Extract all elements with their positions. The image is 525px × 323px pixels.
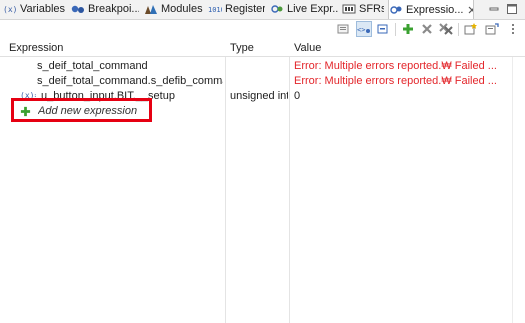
view-menu-icon[interactable]: [505, 21, 521, 37]
table-row[interactable]: s_deif_total_command.s_defib_command_ Er…: [0, 74, 525, 88]
close-icon[interactable]: [468, 6, 473, 14]
remove-all-icon[interactable]: [438, 21, 454, 37]
type-cell: [230, 74, 288, 88]
column-header-value[interactable]: Value: [294, 42, 321, 54]
tab-label: Variables: [20, 3, 65, 15]
remove-icon[interactable]: [419, 21, 435, 37]
value-cell: 0: [294, 90, 301, 102]
tab-registers[interactable]: 1010 Registers: [208, 0, 265, 18]
expression-cell: s_deif_total_command: [37, 60, 148, 72]
tab-label: Modules: [161, 3, 203, 15]
value-cell: Error: Multiple errors reported.₩ Failed…: [294, 60, 497, 72]
svg-text:1010: 1010: [208, 6, 222, 14]
show-type-names-icon[interactable]: [336, 21, 352, 37]
view-tab-bar: (x)= Variables Breakpoi... Modules 1010 …: [0, 0, 525, 20]
highlight-box: [11, 98, 152, 122]
expressions-icon: [389, 3, 403, 17]
column-header-type[interactable]: Type: [230, 42, 254, 54]
svg-text:<>: <>: [357, 26, 365, 34]
tab-variables[interactable]: (x)= Variables: [3, 0, 65, 18]
view-toolbar: <>: [0, 20, 525, 38]
expression-cell: s_deif_total_command.s_defib_command_: [37, 75, 223, 87]
tab-modules[interactable]: Modules: [144, 0, 204, 18]
tab-label: Live Expr...: [287, 3, 338, 15]
add-expression-icon[interactable]: [400, 21, 416, 37]
tab-label: Registers: [225, 3, 265, 15]
collapse-all-icon[interactable]: [375, 21, 391, 37]
pin-view-icon[interactable]: [484, 21, 500, 37]
expressions-table: Expression Type Value s_deif_total_comma…: [0, 40, 525, 323]
tab-label: Breakpoi...: [88, 3, 139, 15]
live-expressions-icon: [270, 2, 284, 16]
maximize-icon[interactable]: [506, 3, 518, 15]
tab-label: Expressio...: [406, 3, 464, 16]
registers-icon: 1010: [208, 2, 222, 16]
column-header-expression[interactable]: Expression: [9, 42, 63, 54]
sfrs-icon: [342, 2, 356, 16]
variables-icon: (x)=: [3, 2, 17, 16]
tab-breakpoints[interactable]: Breakpoi...: [71, 0, 139, 18]
minimize-icon[interactable]: [488, 3, 500, 15]
type-cell: unsigned int: [230, 90, 288, 102]
modules-icon: [144, 2, 158, 16]
tab-live-expressions[interactable]: Live Expr...: [270, 0, 338, 18]
breakpoints-icon: [71, 2, 85, 16]
type-cell: [230, 59, 288, 73]
show-logical-structure-icon[interactable]: <>: [356, 21, 372, 37]
tab-sfrs[interactable]: SFRs: [342, 0, 384, 18]
table-row[interactable]: s_deif_total_command Error: Multiple err…: [0, 59, 525, 73]
value-cell: Error: Multiple errors reported.₩ Failed…: [294, 75, 497, 87]
table-header: Expression Type Value: [0, 40, 525, 57]
tab-label: SFRs: [359, 3, 384, 15]
svg-text:(x)=: (x)=: [3, 5, 17, 14]
new-view-icon[interactable]: [463, 21, 479, 37]
tab-expressions[interactable]: Expressio...: [388, 0, 474, 19]
